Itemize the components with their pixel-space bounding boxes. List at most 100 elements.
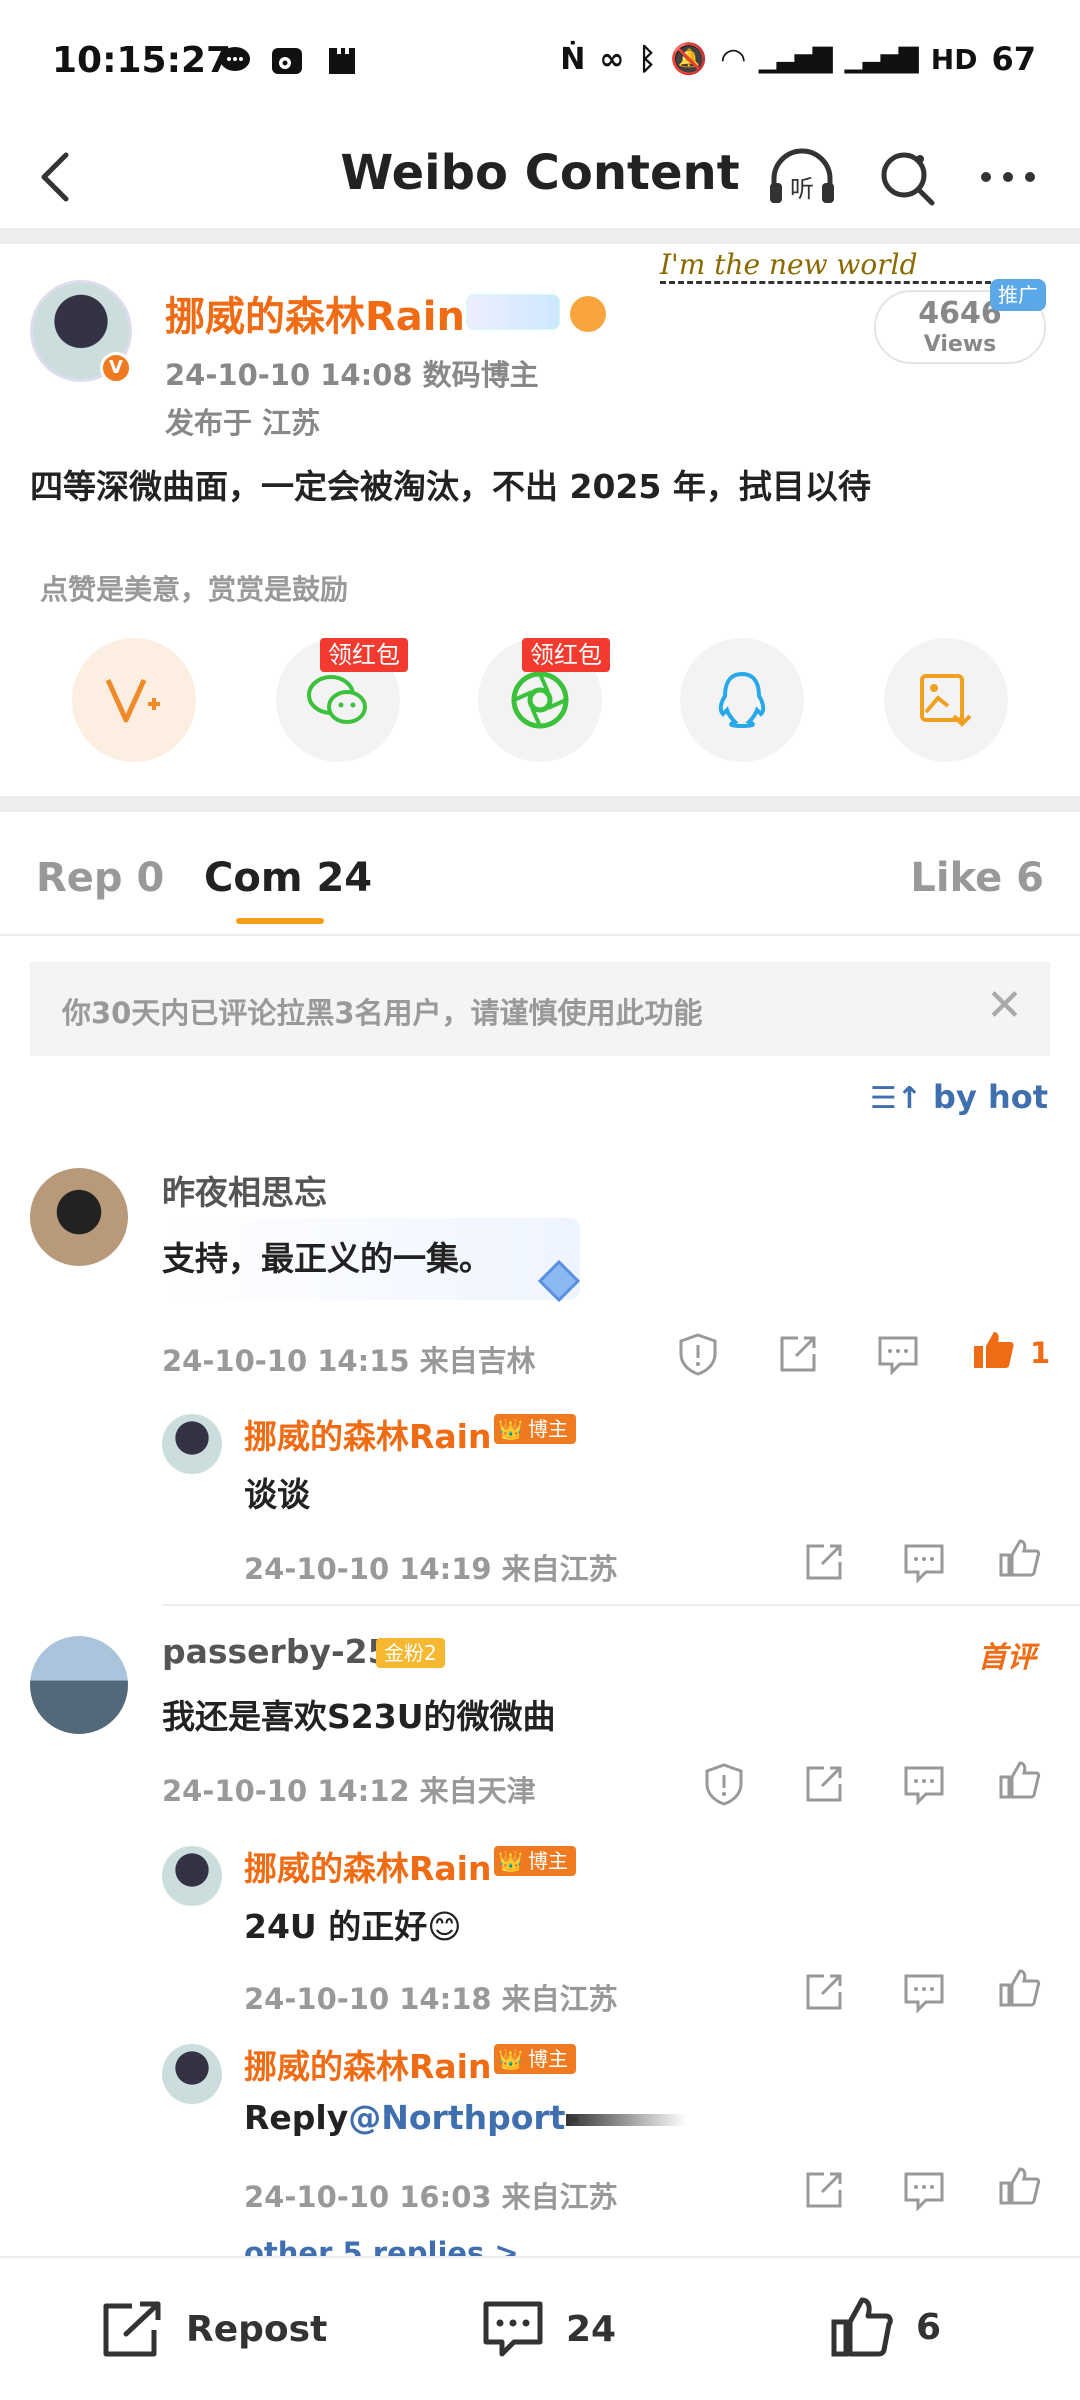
reply-avatar[interactable] [162,1414,222,1474]
moments-icon [511,671,569,729]
comment-time: 24-10-10 14:15 来自吉林 [162,1344,536,1378]
reply-icon[interactable] [902,1970,946,2014]
comment-text: 支持，最正义的一集。 [162,1239,492,1278]
link-icon: ∞ [599,41,625,77]
promo-tag[interactable]: 推广 [990,279,1046,311]
badge-label: 博主 [528,2047,568,2071]
block-notice: 你30天内已评论拉黑3名用户，请谨慎使用此功能 ✕ [30,962,1050,1056]
tab-comment[interactable]: Com 24 [204,855,372,901]
reply-author-name[interactable]: 挪威的森林Rain [244,1842,491,1890]
wifi-icon: ◠ [721,41,745,77]
badge-label: 博主 [528,1849,568,1873]
commenter-name[interactable]: passerby-25 [162,1632,391,1671]
wechat-icon [307,675,367,724]
author-name[interactable]: 挪威的森林Rain [165,284,465,342]
crown-icon: 👑 [498,1849,523,1873]
reply-time: 24-10-10 16:03 来自江苏 [244,2180,618,2214]
like-icon[interactable] [998,2164,1042,2208]
battery-level: 67 [991,40,1036,78]
reward-v-icon [105,678,160,723]
svg-text:听: 听 [790,175,814,203]
share-icon[interactable] [802,1970,846,2014]
share-icon[interactable] [776,1332,820,1376]
qq-icon [718,671,766,729]
weibo-notification-icon [270,44,304,78]
member-badge-icon[interactable] [466,294,560,330]
close-icon[interactable]: ✕ [986,984,1023,1028]
listen-icon[interactable]: 听 [766,145,838,209]
status-right-icons: Ṅ ∞ ᛒ 🔕 ◠ ▁▃▅▇ ▁▃▅▇ HD 67 [560,40,1036,78]
diamond-icon [534,1256,584,1306]
sort-toggle[interactable]: ☰↑ by hot [870,1078,1048,1116]
commenter-avatar[interactable] [30,1168,128,1266]
comment-text: 我还是喜欢S23U的微微曲 [162,1697,556,1736]
reply-avatar[interactable] [162,2044,222,2104]
comment-button[interactable]: 24 [480,2298,616,2360]
like-icon [831,2297,893,2357]
like-icon[interactable] [998,1758,1042,1802]
author-badge: 👑 博主 [494,1414,576,1444]
comment-count: 24 [566,2308,617,2350]
like-icon-active[interactable] [972,1328,1016,1372]
like-button[interactable]: 6 [830,2294,941,2360]
decoration-banner: I'm the new world [660,248,1000,284]
signal-icon-2: ▁▃▅▇ [844,44,919,74]
post-text: 四等深微曲面，一定会被淘汰，不出 2025 年，拭目以待 [30,467,871,506]
share-icon[interactable] [802,1762,846,1806]
sort-label: by hot [933,1078,1048,1116]
reply-icon[interactable] [902,1540,946,1584]
reward-hint: 点赞是美意，赏赏是鼓励 [40,573,349,606]
section-divider-2 [0,796,1080,812]
search-icon[interactable] [878,149,938,209]
bottom-action-bar: Repost 24 6 [0,2256,1080,2400]
comment-like-count: 1 [1030,1336,1051,1370]
reply-text: 24U 的正好😊 [244,1907,462,1946]
share-icon[interactable] [802,1540,846,1584]
section-divider [0,228,1080,244]
repost-label: Repost [186,2308,328,2350]
redacted-name [566,2114,686,2126]
comment-divider [162,1604,1080,1606]
reply-icon[interactable] [876,1332,920,1376]
fan-badge-icon[interactable] [570,296,606,332]
crown-icon: 👑 [498,1417,523,1441]
reply-author-name[interactable]: 挪威的森林Rain [244,2040,491,2088]
clapper-notification-icon [325,44,359,78]
chat-notification-icon [218,44,252,78]
status-time: 10:15:27 [52,40,232,81]
sort-icon: ☰↑ [869,1081,922,1116]
notice-text: 你30天内已评论拉黑3名用户，请谨慎使用此功能 [62,996,703,1030]
more-icon[interactable] [978,165,1038,189]
tab-active-indicator [236,918,324,924]
nfc-icon: Ṅ [560,41,586,77]
like-icon[interactable] [998,1536,1042,1580]
repost-button[interactable]: Repost [100,2298,327,2360]
tab-like[interactable]: Like 6 [910,855,1044,901]
signal-icon: ▁▃▅▇ [758,44,833,74]
status-bar: 10:15:27 Ṅ ∞ ᛒ 🔕 ◠ ▁▃▅▇ ▁▃▅▇ HD 67 [0,0,1080,125]
bluetooth-icon: ᛒ [638,41,657,77]
redpack-tag-moments: 领红包 [522,638,610,672]
share-icon[interactable] [802,2168,846,2212]
author-badge: 👑 博主 [494,2044,576,2074]
reply-time: 24-10-10 14:18 来自江苏 [244,1982,618,2016]
mention-link[interactable]: @Northport- [348,2098,579,2137]
report-icon[interactable] [702,1762,746,1806]
save-image-button[interactable] [884,638,1008,762]
views-label: Views [923,332,997,357]
post-location: 发布于 江苏 [165,406,321,440]
tab-repost[interactable]: Rep 0 [36,855,164,901]
reply-author-name[interactable]: 挪威的森林Rain [244,1410,491,1458]
qq-share-button[interactable] [680,638,804,762]
reply-icon[interactable] [902,1762,946,1806]
like-icon[interactable] [998,1966,1042,2010]
reply-avatar[interactable] [162,1846,222,1906]
report-icon[interactable] [676,1332,720,1376]
commenter-avatar[interactable] [30,1636,128,1734]
network-type: HD [930,42,978,76]
author-badge: 👑 博主 [494,1846,576,1876]
reply-icon[interactable] [902,2168,946,2212]
fan-badge[interactable]: 金粉2 [376,1638,445,1668]
commenter-name[interactable]: 昨夜相思忘 [162,1166,327,1214]
reward-button[interactable] [72,638,196,762]
